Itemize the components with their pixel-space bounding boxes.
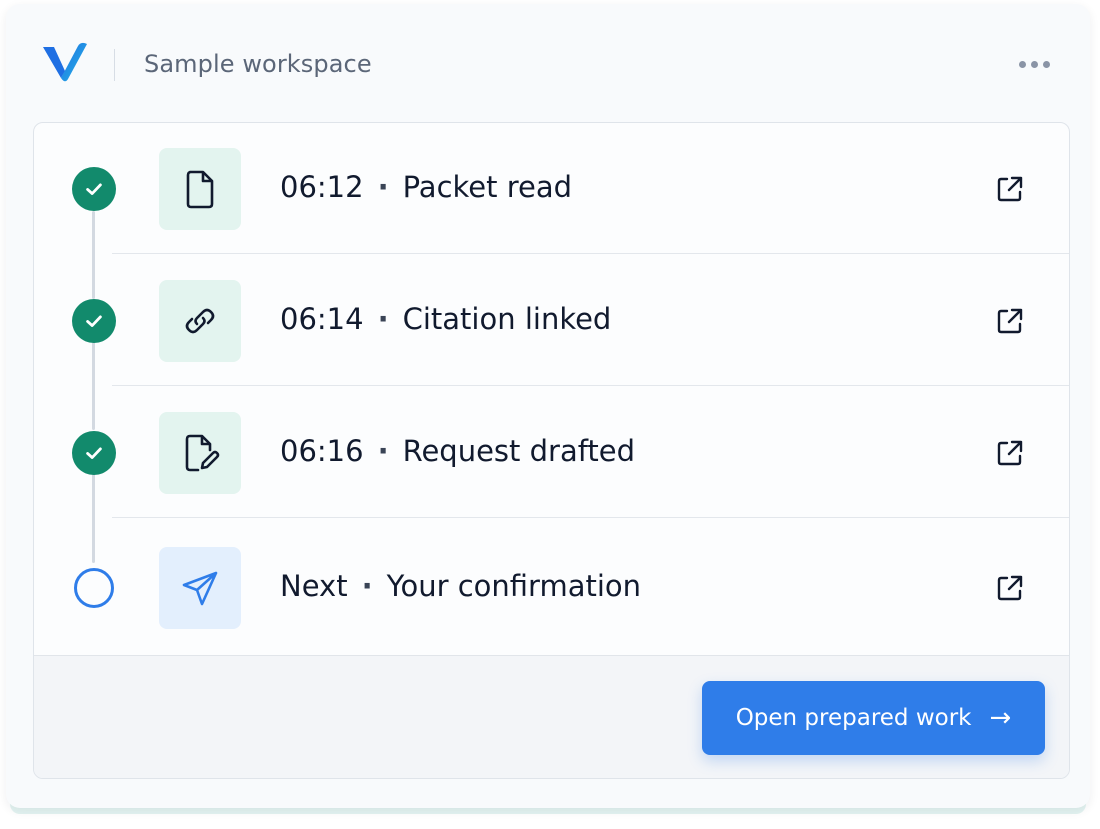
timeline-time: 06:12 [280,170,364,204]
arrow-right-icon: → [989,703,1012,733]
separator-dot: · [377,170,389,204]
timeline-time: 06:14 [280,302,364,336]
timeline-title: Packet read [402,170,573,204]
external-link-icon[interactable] [994,305,1026,337]
timeline-title: Your confirmation [386,569,642,603]
header: Sample workspace [6,4,1090,122]
send-icon [159,547,241,629]
more-horizontal-icon[interactable] [1012,50,1056,78]
timeline-card: 06:12 · Packet read 06:14 · Citation lin… [33,122,1070,779]
timeline-title: Request drafted [402,434,636,468]
cta-label: Open prepared work [735,705,972,731]
v-logo-icon [40,38,92,86]
timeline-title: Citation linked [402,302,612,336]
timeline-row: 06:14 · Citation linked [34,255,1069,386]
timeline-time: 06:16 [280,434,364,468]
external-link-icon[interactable] [994,572,1026,604]
timeline-entry-label: 06:12 · Packet read [280,170,572,204]
separator-dot: · [377,434,389,468]
workspace-title: Sample workspace [144,50,372,78]
row-divider [112,253,1069,254]
status-check-icon [72,431,116,475]
separator-dot: · [361,569,373,603]
header-divider [114,49,115,81]
timeline-row: Next · Your confirmation [34,522,1069,653]
status-check-icon [72,167,116,211]
timeline-entry-label: 06:14 · Citation linked [280,302,611,336]
workspace-window: Sample workspace 06:12 · Packet read 06:… [6,4,1090,808]
timeline-entry-label: Next · Your confirmation [280,569,641,603]
external-link-icon[interactable] [994,437,1026,469]
link-icon [159,280,241,362]
row-divider [112,517,1069,518]
status-check-icon [72,299,116,343]
separator-dot: · [377,302,389,336]
timeline-time: Next [280,569,348,603]
timeline-row: 06:12 · Packet read [34,123,1069,254]
external-link-icon[interactable] [994,173,1026,205]
card-footer: Open prepared work → [34,655,1069,778]
status-pending-icon [74,568,114,608]
document-icon [159,148,241,230]
open-prepared-work-button[interactable]: Open prepared work → [702,681,1045,755]
timeline-entry-label: 06:16 · Request drafted [280,434,635,468]
timeline-row: 06:16 · Request drafted [34,387,1069,518]
document-edit-icon [159,412,241,494]
row-divider [112,385,1069,386]
